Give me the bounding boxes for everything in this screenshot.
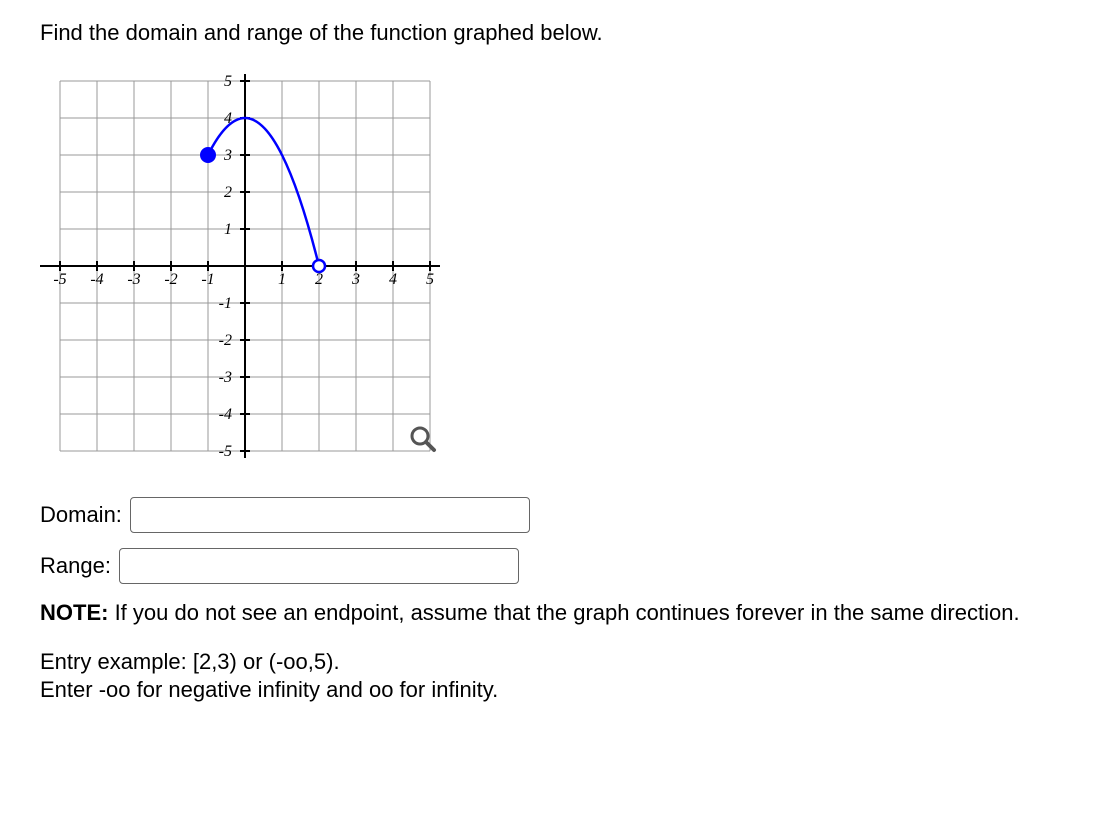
y-tick-neg1: -1 [219, 295, 232, 312]
x-tick-neg2: -2 [164, 271, 177, 288]
y-tick-2: 2 [224, 184, 232, 201]
x-tick-3: 3 [351, 271, 360, 288]
coordinate-plane: -5 -4 -3 -2 -1 1 2 3 4 5 5 4 3 2 1 -1 -2… [40, 66, 460, 466]
y-tick-1: 1 [224, 221, 232, 238]
entry-example: Entry example: [2,3) or (-oo,5). Enter -… [40, 648, 1064, 705]
question-text: Find the domain and range of the functio… [40, 20, 1064, 46]
y-tick-neg4: -4 [219, 406, 232, 423]
note-text: NOTE: If you do not see an endpoint, ass… [40, 599, 1064, 628]
axes [40, 74, 440, 458]
closed-endpoint [201, 148, 215, 162]
domain-label: Domain: [40, 502, 122, 528]
x-tick-neg5: -5 [53, 271, 66, 288]
x-tick-1: 1 [278, 271, 286, 288]
domain-input-row: Domain: [40, 497, 1064, 533]
x-tick-neg3: -3 [127, 271, 140, 288]
x-tick-4: 4 [389, 271, 397, 288]
range-input-row: Range: [40, 548, 1064, 584]
x-tick-neg4: -4 [90, 271, 103, 288]
entry-example-line2: Enter -oo for negative infinity and oo f… [40, 676, 1064, 705]
x-tick-5: 5 [426, 271, 434, 288]
y-tick-5: 5 [224, 73, 232, 90]
y-tick-neg5: -5 [219, 443, 232, 460]
note-bold: NOTE: [40, 600, 108, 625]
open-endpoint [313, 260, 325, 272]
domain-input[interactable] [130, 497, 530, 533]
entry-example-line1: Entry example: [2,3) or (-oo,5). [40, 648, 1064, 677]
x-tick-neg1: -1 [201, 271, 214, 288]
y-tick-neg3: -3 [219, 369, 232, 386]
magnify-icon[interactable] [412, 428, 434, 450]
graph-container: -5 -4 -3 -2 -1 1 2 3 4 5 5 4 3 2 1 -1 -2… [40, 66, 1064, 472]
note-body: If you do not see an endpoint, assume th… [108, 600, 1019, 625]
range-label: Range: [40, 553, 111, 579]
y-tick-neg2: -2 [219, 332, 232, 349]
y-tick-3: 3 [223, 147, 232, 164]
range-input[interactable] [119, 548, 519, 584]
x-tick-2: 2 [315, 271, 323, 288]
